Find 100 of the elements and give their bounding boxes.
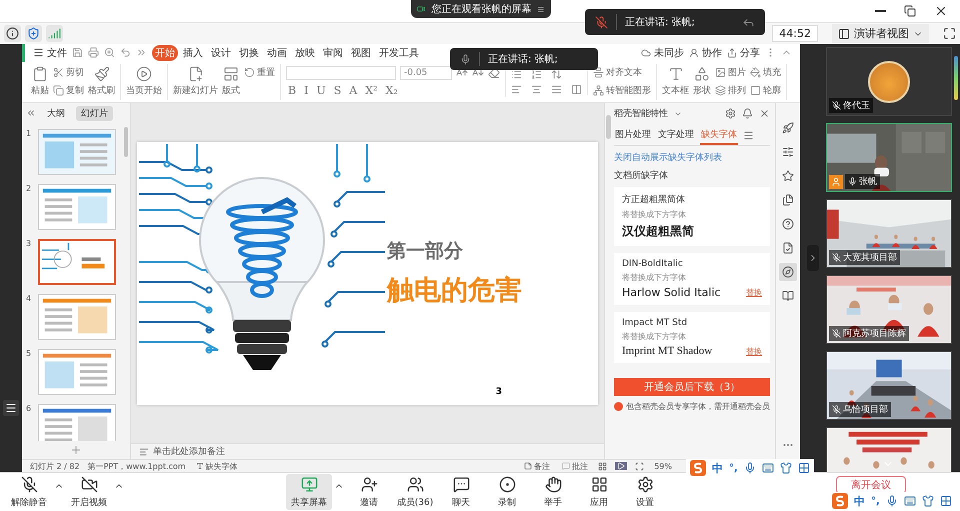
columns-icon[interactable] [571, 84, 582, 95]
add-slide-icon[interactable] [70, 444, 82, 456]
punctuation-mode[interactable]: °, [729, 462, 738, 474]
printer-icon[interactable] [88, 47, 99, 58]
slide-thumbnail[interactable] [38, 404, 116, 442]
ribbon-tab[interactable]: 视图 [348, 44, 374, 61]
format-button[interactable]: X₂ [383, 84, 400, 98]
shield-icon[interactable] [25, 25, 42, 42]
restore-button[interactable] [904, 5, 916, 17]
ribbon-tab[interactable]: 设计 [208, 44, 234, 61]
toolbar-button[interactable]: 聊天 [438, 474, 484, 510]
input-mode[interactable]: 中 [712, 460, 723, 476]
scrollbar[interactable] [606, 115, 610, 140]
close-icon[interactable] [759, 108, 770, 120]
ribbon-button[interactable]: 重置 [244, 66, 275, 80]
ribbon-button[interactable]: 对齐文本 [593, 66, 651, 80]
toolbar-action[interactable]: 未同步 [641, 46, 684, 60]
ribbon-tab[interactable]: 插入 [180, 44, 206, 61]
ribbon-tab[interactable]: 开始 [152, 44, 178, 61]
collapse-icon[interactable] [26, 108, 36, 118]
ribbon-button[interactable]: 复制 [53, 84, 84, 98]
comments-button[interactable]: 批注 [560, 460, 590, 472]
ribbon-button[interactable]: 轮廓 [750, 84, 781, 98]
toolbar-button[interactable]: 录制 [484, 474, 530, 510]
download-button[interactable]: 开通会员后下载（3） [614, 378, 770, 396]
ribbon-tab[interactable]: 审阅 [320, 44, 346, 61]
video-tile[interactable]: 佟代玉 [826, 47, 952, 116]
settings-icon[interactable] [725, 108, 736, 120]
bell-icon[interactable] [742, 108, 753, 120]
side-panel-button[interactable] [3, 400, 19, 416]
toolbar-button[interactable]: 举手 [530, 474, 576, 510]
fullscreen-button[interactable] [943, 27, 956, 40]
replace-link[interactable]: 替换 [746, 346, 762, 357]
ribbon-button[interactable]: 格式刷 [88, 66, 115, 98]
ribbon-button[interactable]: 版式 [222, 66, 240, 98]
slide-thumbnail[interactable] [38, 239, 116, 286]
keyboard-icon[interactable] [762, 462, 774, 474]
font-size-field[interactable]: -0.05 [400, 66, 452, 80]
collapse-handle[interactable] [807, 245, 819, 271]
ribbon-button[interactable]: 粘贴 [31, 66, 49, 98]
format-button[interactable]: B [286, 84, 298, 98]
menu-icon[interactable] [743, 130, 754, 141]
eraser-icon[interactable] [488, 67, 500, 80]
punctuation-mode[interactable]: °, [871, 496, 880, 506]
ribbon-button[interactable]: 填充 [750, 66, 781, 80]
save-icon[interactable] [72, 47, 83, 58]
toolbar-button[interactable]: 设置 [622, 474, 668, 510]
ribbon-tab[interactable]: 切换 [236, 44, 262, 61]
ribbon-tab[interactable]: 放映 [292, 44, 318, 61]
shirt-icon[interactable] [780, 462, 792, 474]
panel-link[interactable]: 关闭自动展示缺失字体列表 [614, 151, 770, 164]
pane-tab[interactable]: 大纲 [42, 106, 70, 121]
format-button[interactable]: U [314, 84, 328, 98]
format-button[interactable]: X² [363, 84, 380, 98]
file-menu[interactable]: 文件 [33, 46, 67, 60]
toolbar-button[interactable]: 应用 [576, 474, 622, 510]
slide-thumbnail[interactable] [38, 294, 116, 340]
format-button[interactable]: I [302, 84, 310, 98]
ribbon-tab[interactable]: 动画 [264, 44, 290, 61]
slide-thumbnail[interactable] [38, 349, 116, 396]
view-mode-dropdown[interactable]: 演讲者视图 [832, 24, 929, 43]
ribbon-button[interactable]: 排列 [715, 84, 746, 98]
ribbon-button[interactable]: 新建幻灯片 [173, 66, 218, 98]
align-left-icon[interactable] [511, 84, 522, 95]
notes-placeholder[interactable]: 单击此处添加备注 [153, 445, 225, 458]
toolbar-action[interactable]: 协作 [689, 46, 722, 60]
video-tile[interactable]: 阿克苏项目陈辉 [826, 275, 952, 344]
toolbar-button[interactable]: 共享屏幕 [286, 474, 332, 510]
format-button[interactable]: S [332, 84, 344, 98]
ribbon-button[interactable]: 剪切 [53, 66, 84, 80]
video-tile[interactable]: 张帆 [826, 123, 952, 192]
missing-fonts-button[interactable]: 缺失字体 [194, 460, 240, 472]
preview-icon[interactable] [104, 47, 115, 58]
undo-icon[interactable] [120, 47, 131, 58]
video-tile[interactable]: 大宽其项目部 [826, 199, 952, 268]
ribbon-button[interactable]: 当页开始 [126, 66, 162, 98]
shirt-icon[interactable] [922, 495, 934, 507]
ribbon-button[interactable]: 图片 [715, 66, 746, 80]
play-button[interactable] [615, 462, 628, 470]
toolbar-button[interactable]: 解除静音 [6, 474, 52, 510]
grid-icon[interactable] [798, 462, 810, 474]
tool-button[interactable] [779, 263, 797, 282]
replace-link[interactable]: 替换 [746, 287, 762, 298]
scrollbar[interactable] [124, 127, 128, 158]
notes-button[interactable]: 备注 [522, 460, 552, 472]
grid-view-icon[interactable] [598, 462, 608, 471]
ribbon-button[interactable]: 转智能图形 [593, 84, 651, 98]
mic-icon[interactable] [744, 462, 756, 474]
toolbar-button[interactable]: 成员(36) [392, 474, 438, 510]
info-icon[interactable] [4, 25, 21, 42]
panel-tab[interactable]: 图片处理 [614, 125, 652, 146]
ribbon-tab[interactable]: 开发工具 [376, 44, 422, 61]
justify-icon[interactable] [551, 84, 562, 95]
keyboard-icon[interactable] [904, 495, 916, 507]
pane-tab[interactable]: 幻灯片 [76, 106, 113, 121]
input-mode[interactable]: 中 [854, 494, 865, 508]
slide-thumbnail[interactable] [38, 129, 116, 176]
zoom-dropdown[interactable]: 59% [652, 462, 674, 471]
video-tile[interactable]: 乌恰项目部 [826, 351, 952, 420]
ribbon-button[interactable]: 文本框 [662, 66, 689, 98]
